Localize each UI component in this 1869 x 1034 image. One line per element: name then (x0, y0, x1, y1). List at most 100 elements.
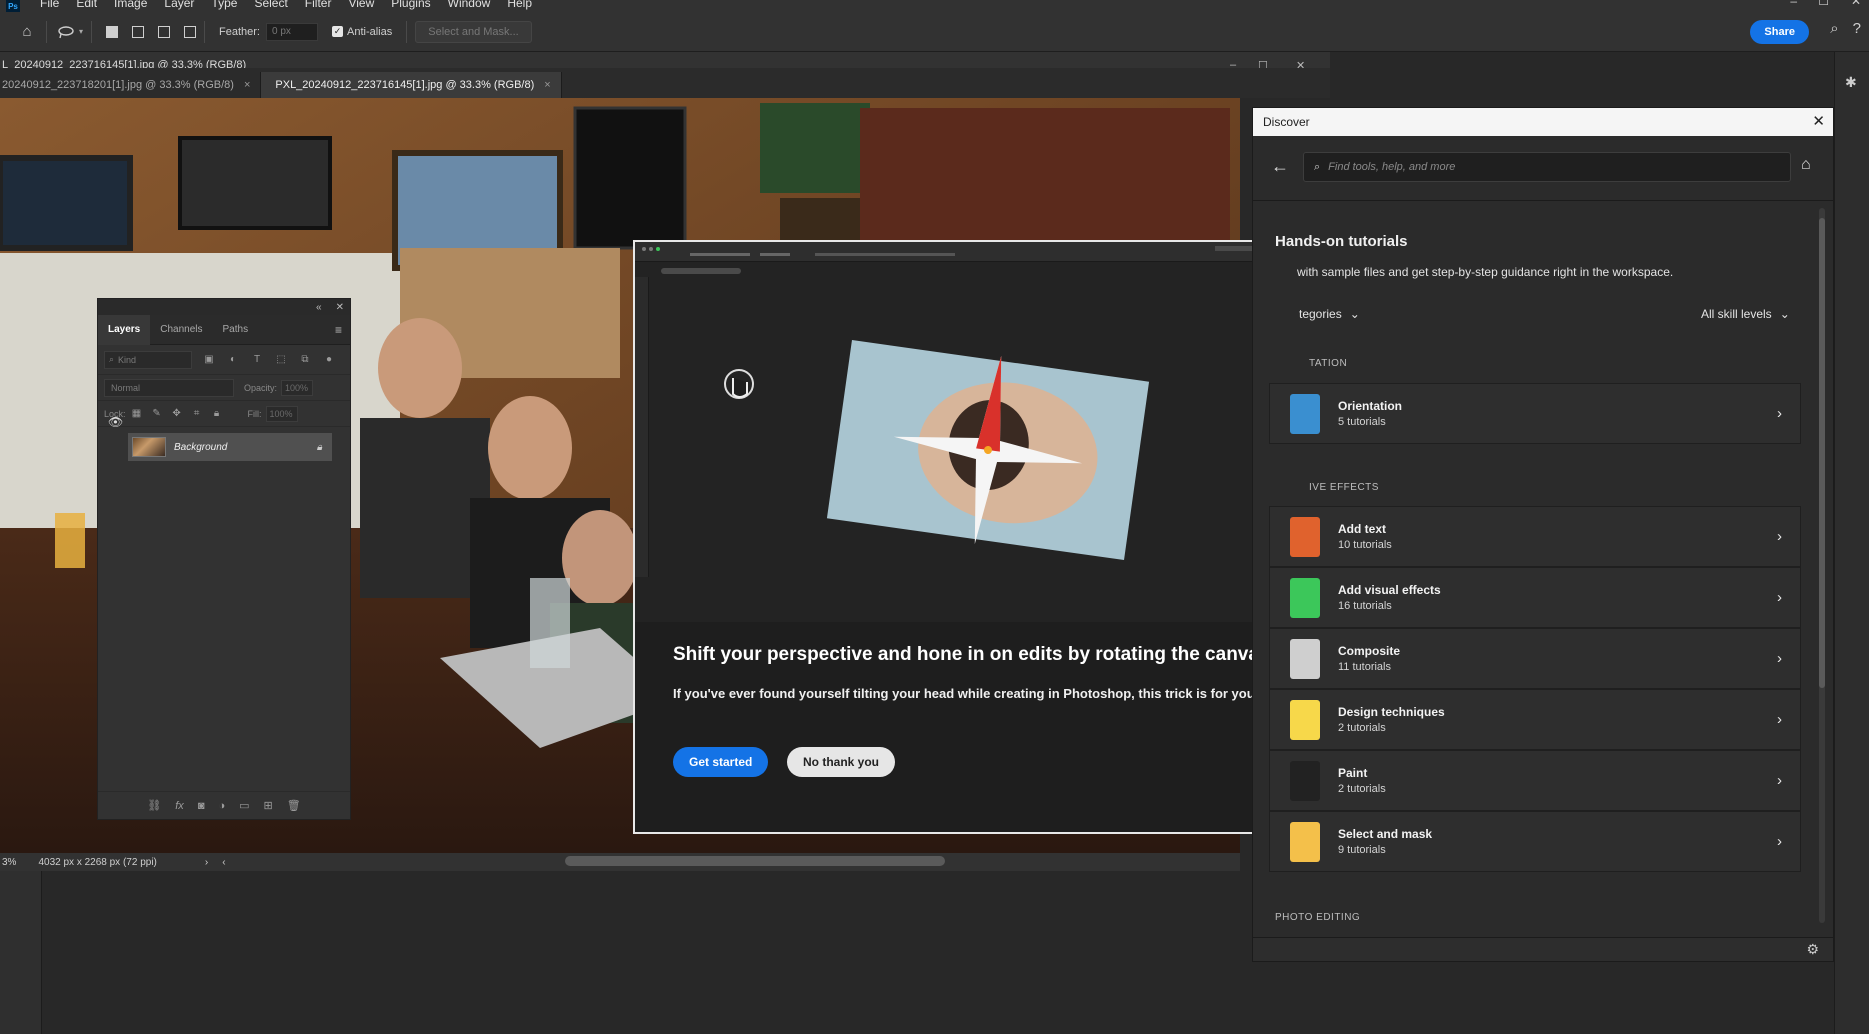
adjustment-layer-icon[interactable]: ◑ (218, 800, 225, 812)
close-discover-icon[interactable]: ✕ (1812, 112, 1825, 130)
image-filter-icon[interactable]: ▣ (202, 353, 216, 367)
menu-plugins[interactable]: Plugins (391, 0, 430, 9)
discover-title: Discover (1263, 115, 1310, 129)
new-group-icon[interactable]: ▭ (239, 799, 249, 812)
lasso-tool-icon[interactable] (55, 21, 77, 43)
zoom-level[interactable]: 3% (2, 857, 16, 868)
panel-menu-icon[interactable]: ≡ (335, 323, 342, 337)
menu-type[interactable]: Type (211, 0, 237, 9)
card-orientation[interactable]: Orientation 5 tutorials › (1269, 383, 1801, 444)
subtract-selection-icon[interactable] (158, 25, 171, 38)
horizontal-scrollbar[interactable] (565, 856, 945, 866)
intersect-selection-icon[interactable] (184, 25, 197, 38)
opacity-input[interactable]: 100% (281, 379, 314, 396)
chevron-left-icon[interactable]: ‹ (222, 857, 225, 868)
chevron-right-icon: › (1777, 772, 1782, 789)
menu-help[interactable]: Help (507, 0, 532, 9)
lock-transparent-icon[interactable]: ▦ (130, 407, 144, 421)
card-select-and-mask[interactable]: Select and mask 9 tutorials › (1269, 811, 1801, 872)
tab-channels[interactable]: Channels (150, 315, 212, 345)
home-icon[interactable]: ⌂ (1801, 156, 1811, 174)
blend-mode-select[interactable]: Normal (104, 378, 234, 397)
no-thank-you-button[interactable]: No thank you (787, 747, 896, 777)
card-title: Design techniques (1338, 705, 1445, 719)
menu-view[interactable]: View (348, 0, 374, 9)
card-design-techniques[interactable]: Design techniques 2 tutorials › (1269, 689, 1801, 750)
tab-document-2[interactable]: PXL_20240912_223716145[1].jpg @ 33.3% (R… (261, 72, 562, 98)
card-count: 2 tutorials (1338, 783, 1386, 795)
lock-artboard-icon[interactable]: ⌗ (190, 407, 204, 421)
help-icon[interactable]: ? (1853, 20, 1861, 37)
discover-search-input[interactable]: ⌕ Find tools, help, and more (1303, 152, 1791, 182)
delete-layer-icon[interactable]: 🗑︎ (287, 799, 301, 812)
chevron-right-icon[interactable]: › (205, 857, 208, 868)
discover-panel-icon[interactable]: ✱ (1845, 74, 1869, 91)
add-mask-icon[interactable]: ◙ (198, 800, 205, 812)
new-selection-icon[interactable] (106, 25, 119, 38)
card-count: 5 tutorials (1338, 416, 1386, 428)
layer-lock-icon[interactable]: 🔒︎ (317, 442, 322, 453)
add-selection-icon[interactable] (132, 25, 145, 38)
filter-toggle-icon[interactable]: ● (322, 353, 336, 367)
menu-layer[interactable]: Layer (164, 0, 194, 9)
feather-input[interactable]: 0 px (265, 22, 318, 41)
discover-panel: Discover ✕ ← ⌕ Find tools, help, and mor… (1252, 107, 1834, 962)
shape-filter-icon[interactable]: ⬚ (274, 353, 288, 367)
settings-gear-icon[interactable]: ⚙ (1806, 941, 1819, 958)
rotate-canvas-illustration (724, 339, 1150, 561)
chevron-right-icon: › (1777, 650, 1782, 667)
skill-levels-label: All skill levels (1701, 307, 1772, 321)
search-placeholder: Find tools, help, and more (1328, 161, 1456, 173)
get-started-button[interactable]: Get started (673, 747, 769, 777)
fx-icon[interactable]: fx (175, 800, 184, 812)
discover-scrollbar[interactable] (1819, 208, 1825, 923)
type-filter-icon[interactable]: T (250, 353, 264, 367)
card-add-text[interactable]: Add text 10 tutorials › (1269, 506, 1801, 567)
back-arrow-icon[interactable]: ← (1271, 156, 1289, 177)
card-composite[interactable]: Composite 11 tutorials › (1269, 628, 1801, 689)
close-tab-icon[interactable]: × (244, 79, 250, 91)
fill-input[interactable]: 100% (265, 405, 298, 422)
maximize-icon[interactable]: ☐ (1818, 0, 1829, 8)
close-panel-icon[interactable]: ✕ (336, 302, 344, 313)
categories-dropdown[interactable]: tegories ⌄ (1299, 307, 1360, 321)
tab-paths[interactable]: Paths (213, 315, 259, 345)
filter-kind-select[interactable]: ⌕ Kind (104, 350, 192, 369)
card-paint[interactable]: Paint 2 tutorials › (1269, 750, 1801, 811)
tab-layers[interactable]: Layers (98, 314, 151, 345)
card-title: Add visual effects (1338, 583, 1441, 597)
close-tab-icon[interactable]: × (544, 79, 550, 91)
link-layers-icon[interactable]: ⛓︎ (147, 799, 161, 812)
minimize-icon[interactable]: – (1790, 0, 1797, 8)
anti-alias-checkbox[interactable]: ✓ Anti-alias (331, 26, 392, 38)
select-and-mask-button[interactable]: Select and Mask... (415, 20, 532, 43)
smart-object-filter-icon[interactable]: ⧉ (298, 353, 312, 367)
share-button[interactable]: Share (1750, 20, 1809, 44)
menu-image[interactable]: Image (114, 0, 147, 9)
menu-filter[interactable]: Filter (305, 0, 332, 9)
tab-document-1[interactable]: 20240912_223718201[1].jpg @ 33.3% (RGB/8… (0, 72, 262, 98)
skill-levels-dropdown[interactable]: All skill levels ⌄ (1701, 307, 1790, 321)
lock-all-icon[interactable]: 🔒︎ (210, 407, 224, 421)
menu-select[interactable]: Select (254, 0, 287, 9)
menu-file[interactable]: File (40, 0, 59, 9)
opacity-label: Opacity: (244, 382, 278, 393)
home-icon[interactable]: ⌂ (16, 21, 38, 43)
collapse-icon[interactable]: « (316, 302, 322, 313)
lock-paint-icon[interactable]: ✎ (150, 407, 164, 421)
layer-name: Background (174, 441, 228, 453)
visibility-eye-icon[interactable]: 👁︎ (108, 415, 123, 429)
menu-window[interactable]: Window (448, 0, 491, 9)
layer-row-background[interactable]: Background 🔒︎ (128, 433, 332, 461)
lock-position-icon[interactable]: ✥ (170, 407, 184, 421)
categories-label: tegories (1299, 307, 1342, 321)
new-layer-icon[interactable]: ⊞ (264, 799, 273, 812)
adjustment-filter-icon[interactable]: ◐ (226, 353, 240, 367)
menu-edit[interactable]: Edit (76, 0, 97, 9)
close-window-icon[interactable]: ✕ (1851, 0, 1861, 8)
orientation-thumbnail-icon (1290, 393, 1320, 434)
search-icon[interactable]: ⌕ (1830, 20, 1838, 37)
fill-label: Fill: (247, 408, 262, 419)
card-add-visual-effects[interactable]: Add visual effects 16 tutorials › (1269, 567, 1801, 628)
chevron-down-icon[interactable]: ▾ (79, 27, 83, 36)
